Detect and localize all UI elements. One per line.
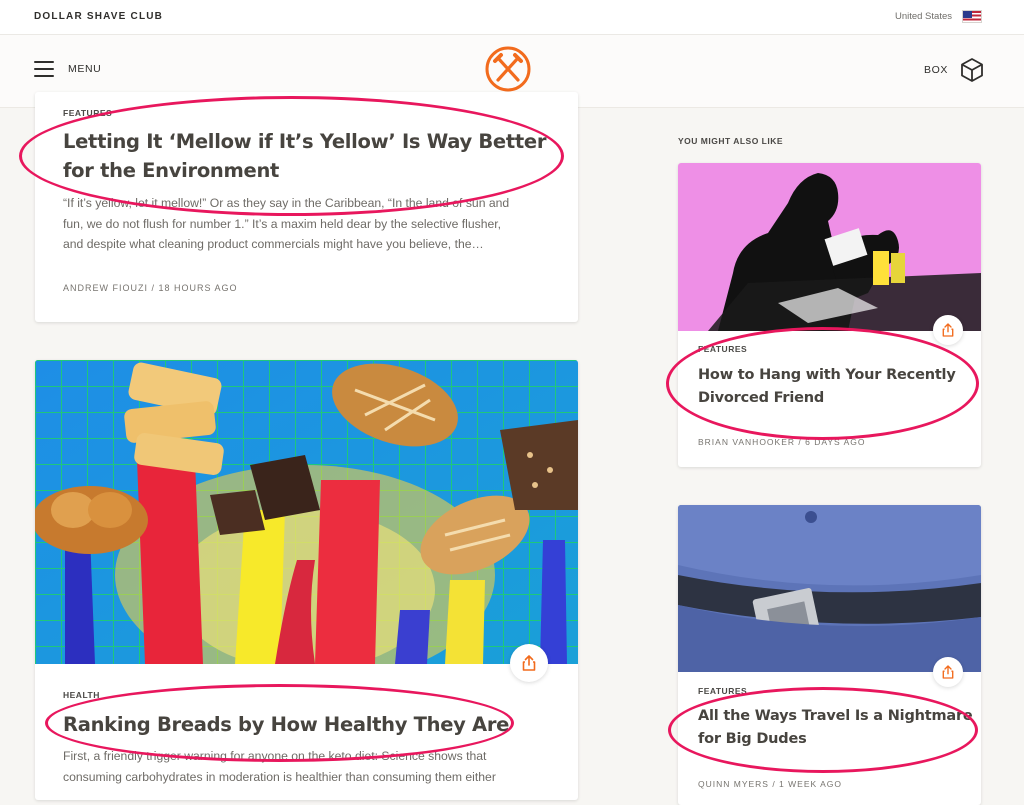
excerpt-line: “If it’s yellow, let it mellow!” Or as t… bbox=[63, 196, 510, 210]
share-button[interactable] bbox=[933, 315, 963, 345]
article-category[interactable]: FEATURES bbox=[698, 686, 747, 696]
share-icon[interactable] bbox=[942, 665, 954, 679]
sidebar-card-divorced[interactable]: FEATURES How to Hang with Your Recently … bbox=[678, 163, 981, 467]
sidebar-card-travel[interactable]: FEATURES All the Ways Travel Is a Nightm… bbox=[678, 505, 981, 805]
excerpt-line: fun, we do not flush for number 1.” It’s… bbox=[63, 216, 502, 231]
hamburger-icon[interactable] bbox=[34, 61, 54, 77]
box-label[interactable]: BOX bbox=[924, 64, 948, 76]
excerpt-line: First, a friendly trigger warning for an… bbox=[63, 749, 487, 763]
menu-button[interactable]: MENU bbox=[34, 61, 101, 77]
share-button[interactable] bbox=[510, 644, 548, 682]
top-strip: DOLLAR SHAVE CLUB United States bbox=[0, 0, 1024, 35]
share-icon[interactable] bbox=[942, 323, 954, 337]
article-byline: ANDREW FIOUZI / 18 HOURS AGO bbox=[63, 283, 238, 293]
article-excerpt: First, a friendly trigger warning for an… bbox=[63, 746, 563, 787]
article-title-line[interactable]: All the Ways Travel Is a Nightmare bbox=[698, 705, 973, 728]
share-button[interactable] bbox=[933, 657, 963, 687]
article-title[interactable]: How to Hang with Your Recently Divorced … bbox=[698, 364, 968, 410]
article-category[interactable]: HEALTH bbox=[63, 690, 100, 700]
article-title[interactable]: All the Ways Travel Is a Nightmare for B… bbox=[698, 705, 973, 751]
article-byline: QUINN MYERS / 1 WEEK AGO bbox=[698, 779, 842, 789]
article-title[interactable]: Letting It ‘Mellow if It’s Yellow’ Is Wa… bbox=[63, 127, 563, 185]
bar-scene-illustration[interactable] bbox=[678, 163, 981, 331]
article-title-line[interactable]: Divorced Friend bbox=[698, 387, 968, 410]
menu-label[interactable]: MENU bbox=[68, 63, 101, 75]
article-category[interactable]: FEATURES bbox=[698, 344, 747, 354]
us-flag-icon[interactable] bbox=[962, 10, 982, 23]
article-title[interactable]: Ranking Breads by How Healthy They Are bbox=[63, 710, 509, 739]
dsc-logo-icon[interactable] bbox=[484, 45, 532, 93]
excerpt-line: and despite what cleaning product commer… bbox=[63, 237, 484, 251]
box-icon[interactable] bbox=[960, 57, 984, 83]
brand-name[interactable]: DOLLAR SHAVE CLUB bbox=[34, 11, 163, 22]
article-title-line[interactable]: for Big Dudes bbox=[698, 728, 973, 751]
article-title-line[interactable]: for the Environment bbox=[63, 156, 563, 185]
article-card-breads[interactable]: HEALTH Ranking Breads by How Healthy The… bbox=[35, 360, 578, 800]
article-title-line[interactable]: Letting It ‘Mellow if It’s Yellow’ Is Wa… bbox=[63, 127, 563, 156]
country-selector[interactable]: United States bbox=[895, 10, 982, 23]
article-byline: BRIAN VANHOOKER / 6 DAYS AGO bbox=[698, 437, 866, 447]
breads-illustration[interactable] bbox=[35, 360, 578, 664]
seatbelt-photo[interactable] bbox=[678, 505, 981, 672]
share-icon[interactable] bbox=[522, 655, 536, 671]
country-label[interactable]: United States bbox=[895, 11, 952, 22]
sidebar-heading: YOU MIGHT ALSO LIKE bbox=[678, 136, 784, 146]
article-title-line[interactable]: How to Hang with Your Recently bbox=[698, 364, 968, 387]
article-category[interactable]: FEATURES bbox=[63, 108, 112, 118]
article-card-mellow[interactable]: FEATURES Letting It ‘Mellow if It’s Yell… bbox=[35, 92, 578, 322]
box-button[interactable]: BOX bbox=[924, 57, 984, 83]
article-excerpt: “If it’s yellow, let it mellow!” Or as t… bbox=[63, 193, 563, 255]
